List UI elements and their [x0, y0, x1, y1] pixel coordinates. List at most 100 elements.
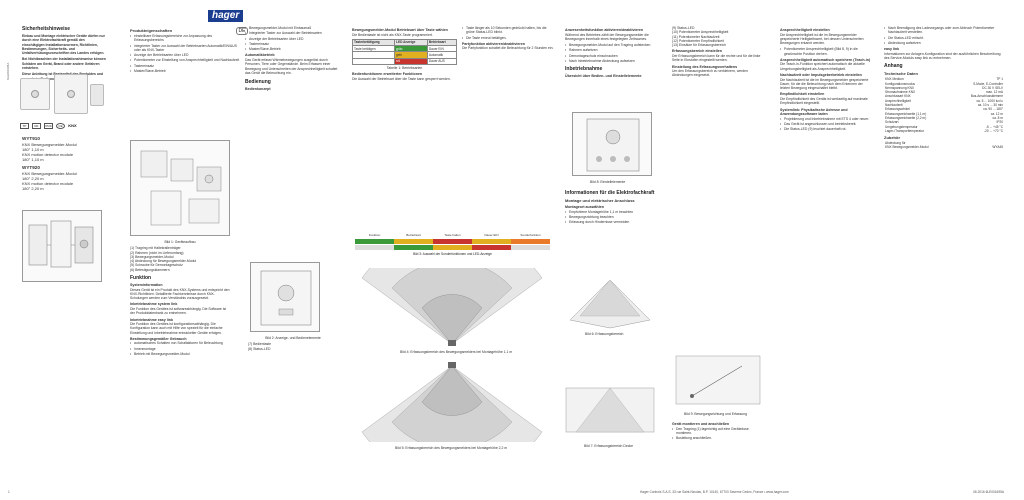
features-list: Bewegungsmelder-Modul mit Einbaumaß Inte… — [245, 26, 340, 52]
list-item: Nach Inbetriebnahme Abdeckung aufsetzen — [565, 59, 655, 64]
connection-info: Gerät montieren und anschließen Den Trag… — [672, 420, 764, 441]
intended-use-list: automatisches Schalten von Schaltaktoren… — [130, 341, 230, 356]
list-item: Potentiometer zur Einstellung von Anspre… — [130, 58, 240, 63]
figure-5-caption: Bild 5: Erfassungsbereich des Bewegungsm… — [395, 446, 508, 450]
brightness-list: Potentiometer Ansprechhelligkeit (Bild 8… — [780, 47, 872, 56]
location-list: Empfohlene Montagehöhe 1,1 m beachten Be… — [565, 210, 655, 225]
automatic-text: Das Gerät erfasst Wärmebewegungen ausgel… — [245, 57, 338, 75]
figure-2-legend: Bild 2: Anzeige- und Bedienelemente (7) … — [248, 336, 338, 351]
led-red-segment — [433, 239, 472, 244]
easy-link-text: Informationen zur Anlagen-Konfiguration … — [884, 51, 1001, 60]
column-presence: Anwesenheitsfunktion aktivieren/deaktivi… — [565, 26, 655, 79]
presence-heading: Anwesenheitsfunktion aktivieren/deaktivi… — [565, 28, 644, 32]
follow-up-text: Die Nachlaufzeit ist die im Bewegungsmel… — [780, 77, 869, 91]
model-list: WYT910 KNX Bewegungsmelder-Modul 180° 1,… — [22, 136, 106, 191]
operation-heading: Bedienung — [245, 79, 271, 86]
figure-8-caption: Bild 8: Einstellelemente — [590, 180, 626, 184]
column-party: Taste länger als 10 Sekunden gedrückt ha… — [462, 26, 554, 53]
figure-8-svg — [586, 118, 640, 172]
list-item: Anzeige der Betriebsarten über LED — [130, 53, 240, 58]
table-row: rot Dauer AUS — [351, 57, 458, 66]
list-item: einstellbare Erfassungsbereiche zur Anpa… — [130, 34, 240, 43]
follow-up-heading: Nachlaufzeit oder Impulsgeberbetrieb ein… — [780, 73, 862, 78]
detection-area-1-svg — [361, 268, 543, 346]
column-setting: (9) Status-LED (10) Potentiometer Anspre… — [672, 26, 764, 80]
list-item: Das Gerät ist angeschlossen und betriebs… — [780, 122, 872, 127]
column-technical: Nach Beendigung des Ladevorgangs oder zu… — [884, 26, 1004, 150]
easy-link-text: Die Funktion des Gerätes ist konfigurati… — [130, 322, 223, 335]
figure-1-svg — [140, 150, 222, 226]
footer-page-number: 1 — [8, 490, 10, 494]
list-item: Nach Beendigung des Ladevorgangs oder zu… — [884, 26, 1004, 35]
led-bar-2 — [355, 245, 550, 250]
spec-label: Lager-/Transporttemperatur — [885, 128, 925, 133]
product-features-list: einstellbare Erfassungsbereiche zur Anpa… — [130, 34, 240, 74]
list-item: Den Tragring (1) lagerichtig auf eine Ge… — [672, 427, 764, 436]
figure-4-caption: Bild 4: Erfassungsbereich des Bewegungsm… — [400, 350, 513, 354]
mounting-heading: Montage und elektrischer Anschluss — [565, 198, 635, 203]
certification-icons: TP RF IP20 CE KNX — [20, 123, 77, 129]
figure-9-caption: Bild 9: Bewegungsrichtung und Erfassung — [684, 412, 747, 416]
steps-list: Taste länger als 10 Sekunden gedrückt ha… — [462, 26, 554, 40]
footer-address: Hager Controls S.A.S. 33 rue Saint-Nicol… — [640, 490, 789, 494]
list-item: Master/Slave-Betrieb — [245, 47, 340, 52]
safety-title: Sicherheitshinweise — [22, 26, 71, 32]
function-heading: Funktion — [130, 275, 152, 282]
device-front — [20, 78, 50, 110]
led-yellow-segment — [472, 239, 511, 244]
model-wyt910: WYT910 KNX Bewegungsmelder-Modul 180° 1,… — [22, 136, 77, 162]
list-item: Die Status-LED erlischt. — [884, 36, 1004, 41]
operating-concept-heading: Bedienkonzept — [245, 87, 271, 92]
system-link-load-heading: Systemlink: Physikalische Adresse und An… — [780, 107, 848, 117]
figure-7-caption: Bild 7: Erfassungsbereich Decke — [584, 444, 634, 448]
column-features: Bewegungsmelder-Modul mit Einbaumaß Inte… — [245, 26, 340, 92]
column-product: Produkteigenschaften einstellbare Erfass… — [130, 26, 240, 74]
presence-text: Während des Betriebes zählt der Bewegung… — [565, 32, 649, 41]
sensor-lens-icon — [67, 90, 75, 98]
electrician-info: Informationen für die Elektrofachkraft M… — [565, 190, 655, 225]
figure-2-drawing — [250, 262, 320, 332]
list-item: Master/Slave-Betrieb — [130, 69, 240, 74]
electrician-heading: Informationen für die Elektrofachkraft — [565, 190, 655, 196]
figure-7-svg — [565, 387, 655, 433]
footer-doc-code: 06.2016 6LE001695A — [973, 490, 1004, 494]
system-link-load-list: Projektierung und Inbetriebnahme mit ETS… — [780, 117, 872, 132]
sensor-lens-icon — [31, 90, 39, 98]
tech-data-table: KNX Medium TP 1 Konfigurationsmodus S-Mode,… — [884, 77, 1004, 133]
ce-icon: CE — [56, 123, 65, 129]
hager-logo: hager — [208, 10, 244, 22]
figure-1-drawing — [130, 140, 230, 236]
device-angled — [54, 74, 88, 114]
sensitivity-text: Die Empfindlichkeit des Geräts ist werks… — [780, 96, 868, 106]
table-caption: Tabelle 1: Betriebsarten — [386, 65, 423, 70]
system-info-text: Dieses Gerät ist ein Produkt des KNX-Sys… — [130, 287, 230, 301]
page-footer: 1 Hager Controls S.A.S. 33 rue Saint-Nic… — [0, 490, 1024, 496]
table-row: KNX Bewegungsmelder-Modul WYA45 — [884, 145, 1004, 149]
exploded-view-svg — [28, 220, 94, 268]
figure-1-caption: Bild 1: Geräteaufbau — [164, 240, 196, 244]
document-code-vertical: 6LE001695A — [6, 62, 10, 80]
figure-3-bars: Funktion Betriebsart Taste halten Dauer … — [355, 232, 550, 256]
connection-list: Den Tragring (1) lagerichtig auf eine Ge… — [672, 427, 764, 441]
party-text: Die Partyfunktion schaltet die Beleuchtu… — [462, 46, 554, 51]
list-item: Bewegungsmelder-Modul mit Einbaumaß — [245, 26, 340, 31]
list-item: integrierter Taster zur Auswahl der Betr… — [130, 44, 240, 53]
commissioning-heading: Inbetriebnahme — [565, 66, 603, 73]
figure-6-svg — [569, 279, 651, 329]
mode-select-text: Die Bedientaste ist nicht als KNX-Taste … — [352, 32, 433, 37]
spec-value: -20 ... +70 °C — [984, 128, 1003, 133]
spec-label: KNX Bewegungsmelder-Modul — [885, 145, 929, 150]
list-item: Die Taste erneut betätigen. — [462, 36, 554, 41]
mounting-steps: Bewegungsmelder-Modul auf den Tragring a… — [565, 43, 655, 64]
led-orange-segment — [511, 239, 550, 244]
brightness-text: Die Ansprechhelligkeit ist die im Bewegu… — [780, 32, 864, 46]
ip20-icon: IP20 — [44, 123, 53, 129]
list-item: Rahmen aufsetzen — [565, 48, 655, 53]
list-item: Abdeckung aufsetzen — [884, 41, 1004, 46]
list-item: Betrieb mit Bewegungsmelder-Modul — [130, 352, 230, 357]
list-item: Tastereinsatz — [130, 64, 240, 69]
list-item: Busleitung anschließen. — [672, 436, 764, 441]
instruction-sheet: hager DE 6LE001695A Sicherheitshinweise … — [0, 0, 1024, 500]
list-item: Potentiometer Ansprechhelligkeit (Bild 8… — [780, 47, 872, 56]
legend-item: (6) Befestigungsklammern — [130, 267, 170, 272]
